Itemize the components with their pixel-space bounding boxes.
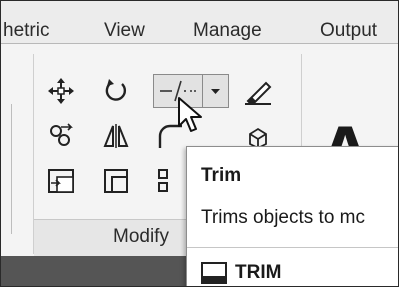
tab-parametric[interactable]: hetric — [3, 20, 49, 42]
scale-icon[interactable] — [102, 167, 130, 195]
trim-tooltip: Trim Trims objects to mc TRIM — [186, 146, 398, 286]
stretch-icon[interactable] — [47, 167, 75, 195]
modify-panel-label[interactable]: Modify — [113, 226, 169, 248]
move-icon[interactable] — [47, 77, 75, 105]
tooltip-title: Trim — [201, 165, 242, 186]
tooltip-command: TRIM — [235, 262, 282, 283]
tab-view[interactable]: View — [104, 20, 145, 42]
erase-icon[interactable] — [244, 77, 272, 105]
mouse-pointer-icon — [177, 96, 207, 136]
app-window: hetric View Manage Output Modify Trim Tr… — [0, 0, 399, 287]
rotate-icon[interactable] — [102, 77, 130, 105]
tooltip-divider — [187, 247, 398, 248]
copy-icon[interactable] — [47, 122, 75, 150]
tab-output[interactable]: Output — [320, 20, 377, 42]
mirror-icon[interactable] — [102, 122, 130, 150]
tooltip-description: Trims objects to mc — [201, 207, 365, 228]
tab-manage[interactable]: Manage — [193, 20, 262, 42]
ribbon-tab-bar: hetric View Manage Output — [1, 1, 398, 44]
panel-divider — [11, 104, 12, 234]
command-line-icon — [201, 261, 227, 285]
array-icon[interactable] — [156, 167, 184, 195]
